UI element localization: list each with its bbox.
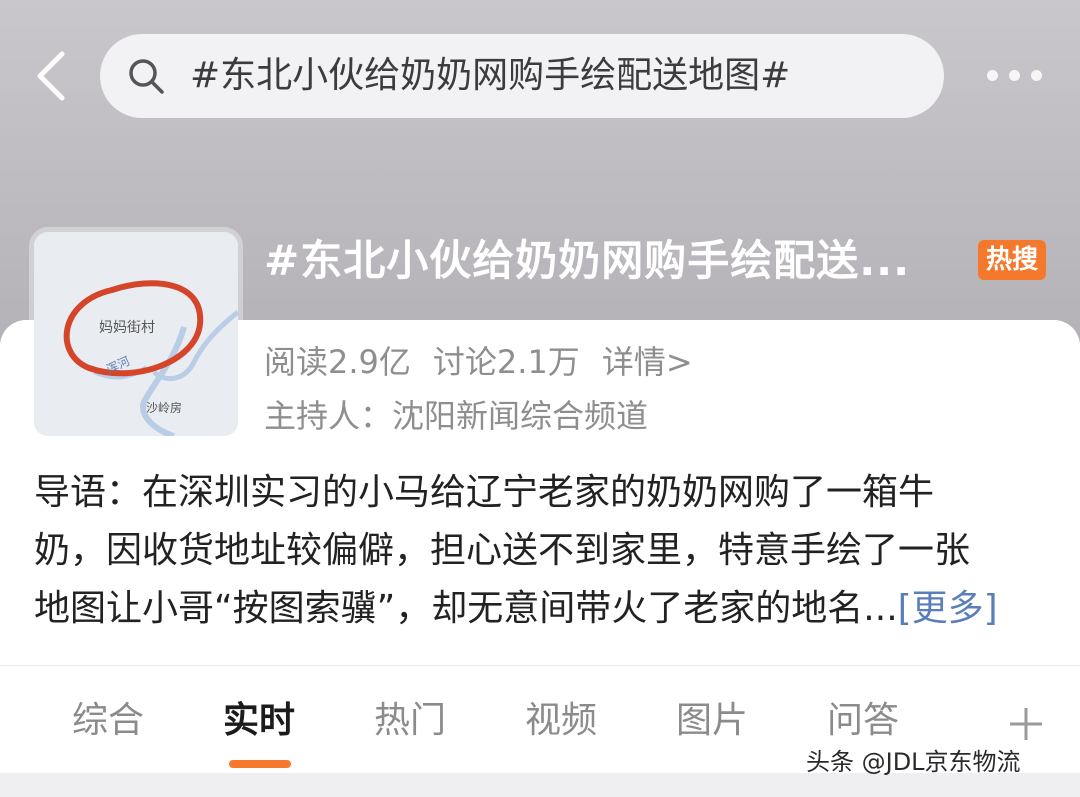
topic-thumbnail[interactable]: 妈妈街村 浑河 沙岭房 bbox=[34, 232, 238, 436]
back-icon[interactable] bbox=[30, 48, 74, 104]
discussion-count: 讨论2.1万 bbox=[432, 343, 580, 381]
intro-more-link[interactable]: [更多] bbox=[898, 588, 998, 629]
plus-icon[interactable] bbox=[1008, 706, 1044, 742]
active-tab-indicator bbox=[229, 760, 291, 768]
intro-line: 地图让小哥“按图索骥”，却无意间带火了老家的地名... bbox=[34, 588, 898, 629]
hot-search-badge: 热搜 bbox=[978, 240, 1046, 280]
tab-hot[interactable]: 热门 bbox=[374, 696, 446, 746]
details-link[interactable]: 详情> bbox=[602, 343, 693, 381]
read-count: 阅读2.9亿 bbox=[264, 343, 411, 381]
topic-intro: 导语：在深圳实习的小马给辽宁老家的奶奶网购了一箱牛 奶，因收货地址较偏僻，担心送… bbox=[34, 464, 1044, 638]
map-label-place: 沙岭房 bbox=[146, 400, 182, 415]
intro-line: 奶，因收货地址较偏僻，担心送不到家里，特意手绘了一张 bbox=[34, 530, 971, 571]
search-bar[interactable]: #东北小伙给奶奶网购手绘配送地图# bbox=[100, 34, 944, 118]
watermark: 头条 @JDL京东物流 bbox=[806, 748, 1021, 776]
tab-comprehensive[interactable]: 综合 bbox=[72, 696, 144, 746]
map-label-village: 妈妈街村 bbox=[99, 320, 155, 336]
search-input[interactable]: #东北小伙给奶奶网购手绘配送地图# bbox=[190, 34, 790, 118]
topic-stats: 阅读2.9亿 讨论2.1万 详情> bbox=[264, 336, 715, 388]
tab-images[interactable]: 图片 bbox=[676, 696, 748, 746]
intro-line-last: 地图让小哥“按图索骥”，却无意间带火了老家的地名...[更多] bbox=[34, 580, 1044, 638]
tab-qa[interactable]: 问答 bbox=[827, 696, 899, 746]
more-icon[interactable] bbox=[985, 66, 1045, 86]
topic-host: 主持人：沈阳新闻综合频道 bbox=[264, 397, 649, 435]
search-icon bbox=[126, 56, 166, 96]
tab-video[interactable]: 视频 bbox=[525, 696, 597, 746]
intro-line: 导语：在深圳实习的小马给辽宁老家的奶奶网购了一箱牛 bbox=[34, 472, 935, 513]
topic-title: #东北小伙给奶奶网购手绘配送... bbox=[264, 236, 911, 285]
tab-realtime[interactable]: 实时 bbox=[223, 696, 295, 746]
